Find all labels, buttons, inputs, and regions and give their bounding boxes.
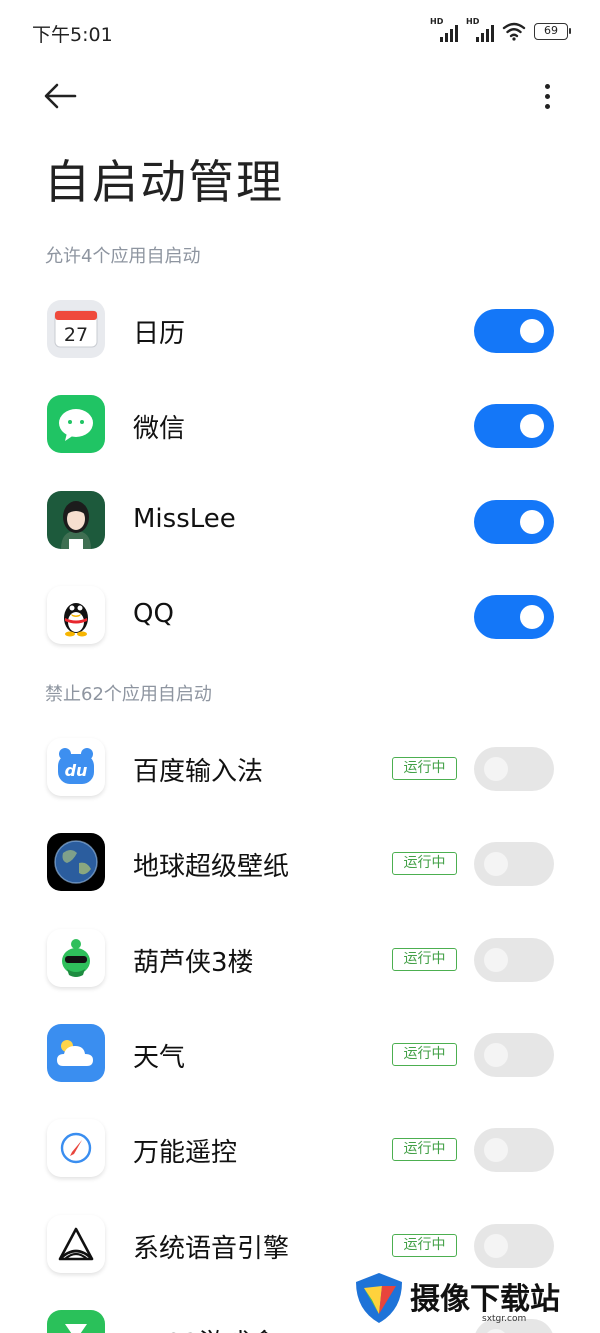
misslee-avatar-icon <box>47 491 105 549</box>
status-time: 下午5:01 <box>32 24 113 46</box>
running-status-badge: 运行中 <box>392 1138 457 1161</box>
svg-text:du: du <box>65 761 88 780</box>
running-status-badge: 运行中 <box>392 948 457 971</box>
remote-control-icon <box>47 1119 105 1177</box>
status-bar: 下午5:01 HD HD 69 <box>0 0 600 64</box>
wifi-icon <box>502 22 526 41</box>
autostart-toggle[interactable] <box>474 404 554 448</box>
running-status-badge: 运行中 <box>392 757 457 780</box>
watermark-text: 摄像下载站 <box>410 1282 560 1317</box>
app-name: 日历 <box>133 319 186 349</box>
running-status-badge: 运行中 <box>392 1234 457 1257</box>
app-name: 葫芦侠3楼 <box>133 948 254 978</box>
back-button[interactable] <box>38 76 82 116</box>
app-name: 地球超级壁纸 <box>133 852 290 882</box>
app-row-earth-wallpaper: 地球超级壁纸 运行中 <box>0 821 600 901</box>
app-name: MissLee <box>133 504 236 534</box>
watermark-url: sxtgr.com <box>482 1314 527 1324</box>
autostart-toggle[interactable] <box>474 938 554 982</box>
dot-icon <box>544 103 550 109</box>
app-name: 万能遥控 <box>133 1138 238 1168</box>
app-row-huluxia: 葫芦侠3楼 运行中 <box>0 917 600 997</box>
app-row-qq: QQ <box>0 574 600 654</box>
dot-icon <box>544 83 550 89</box>
more-options-button[interactable] <box>532 76 562 116</box>
calendar-icon: 27 <box>47 300 105 358</box>
weather-icon <box>47 1024 105 1082</box>
app-name: 系统语音引擎 <box>133 1234 290 1264</box>
watermark-logo-icon <box>356 1273 402 1323</box>
autostart-toggle[interactable] <box>474 1033 554 1077</box>
watermark: 摄像下载站 sxtgr.com <box>352 1270 592 1330</box>
app-name: 天气 <box>133 1043 186 1073</box>
allowed-section-header: 允许4个应用自启动 <box>45 246 201 267</box>
app-row-baidu-input: du 百度输入法 运行中 <box>0 726 600 806</box>
app-name: QQ <box>133 599 174 629</box>
autostart-toggle[interactable] <box>474 842 554 886</box>
app-name: 微信 <box>133 414 186 444</box>
autostart-toggle[interactable] <box>474 309 554 353</box>
page-title: 自启动管理 <box>44 155 284 209</box>
svg-text:27: 27 <box>64 324 88 346</box>
dot-icon <box>544 93 550 99</box>
arrow-left-icon <box>44 83 77 109</box>
qq-penguin-icon <box>47 586 105 644</box>
cellular-signal-icon: HD <box>430 17 458 42</box>
game-box-icon <box>47 1310 105 1333</box>
status-icons: HD HD 69 <box>430 17 571 42</box>
baidu-input-icon: du <box>47 738 105 796</box>
blocked-section-header: 禁止62个应用自启动 <box>45 684 212 705</box>
app-row-wechat: 微信 <box>0 383 600 463</box>
app-row-misslee: MissLee <box>0 479 600 559</box>
wechat-icon <box>47 395 105 453</box>
running-status-badge: 运行中 <box>392 1043 457 1066</box>
battery-indicator: 69 <box>534 22 571 40</box>
app-row-remote-control: 万能遥控 运行中 <box>0 1107 600 1187</box>
app-name: 百度输入法 <box>133 757 264 787</box>
autostart-toggle[interactable] <box>474 500 554 544</box>
autostart-toggle[interactable] <box>474 1128 554 1172</box>
app-name: 7723游戏盒 <box>133 1323 277 1333</box>
autostart-toggle[interactable] <box>474 747 554 791</box>
voice-engine-icon <box>47 1215 105 1273</box>
autostart-toggle[interactable] <box>474 1224 554 1268</box>
autostart-toggle[interactable] <box>474 595 554 639</box>
running-status-badge: 运行中 <box>392 852 457 875</box>
app-row-weather: 天气 运行中 <box>0 1012 600 1092</box>
huluxia-icon <box>47 929 105 987</box>
cellular-signal-icon: HD <box>466 17 494 42</box>
app-row-calendar: 27 日历 <box>0 288 600 368</box>
earth-icon <box>47 833 105 891</box>
